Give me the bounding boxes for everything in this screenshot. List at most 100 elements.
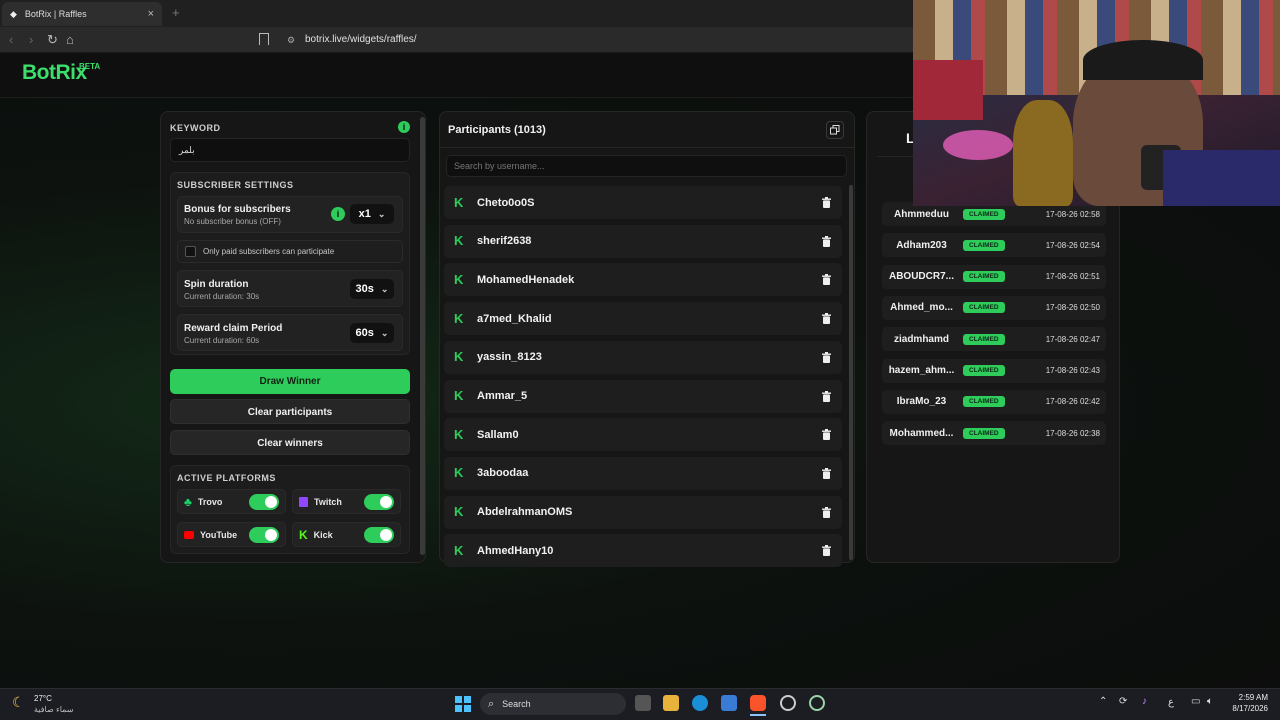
network-icon[interactable]: ▭ bbox=[1191, 696, 1200, 707]
store-icon[interactable] bbox=[721, 695, 737, 711]
taskbar-search[interactable]: ⌕ Search bbox=[480, 693, 626, 715]
trash-icon[interactable] bbox=[818, 543, 834, 559]
participant-search-input[interactable] bbox=[446, 155, 847, 177]
botrix-logo[interactable]: BotRix bbox=[22, 61, 87, 85]
spin-desc: Current duration: 30s bbox=[184, 292, 260, 301]
trovo-toggle[interactable] bbox=[249, 493, 279, 510]
reward-select[interactable]: 60s ⌄ bbox=[350, 323, 394, 343]
headphones bbox=[1083, 40, 1203, 80]
winner-name: ABOUDCR7... bbox=[888, 271, 954, 283]
edge-icon[interactable] bbox=[692, 695, 708, 711]
chevron-up-icon[interactable]: ⌃ bbox=[1099, 696, 1107, 707]
participants-scrollbar[interactable] bbox=[849, 185, 853, 560]
active-platforms-label: ACTIVE PLATFORMS bbox=[177, 473, 276, 483]
participant-row: K Ammar_5 bbox=[444, 379, 842, 413]
moon-weather-icon[interactable]: ☾ bbox=[12, 694, 25, 711]
winner-name: Mohammed... bbox=[889, 427, 954, 439]
tab-title: BotRix | Raffles bbox=[24, 9, 87, 19]
bonus-title: Bonus for subscribers bbox=[184, 204, 291, 215]
trash-icon[interactable] bbox=[818, 427, 834, 443]
task-view-icon[interactable] bbox=[635, 695, 651, 711]
obs-icon[interactable] bbox=[780, 695, 796, 711]
site-settings-icon[interactable]: ⚙ bbox=[287, 35, 295, 46]
spin-select[interactable]: 30s ⌄ bbox=[350, 279, 394, 299]
claimed-badge: CLAIMED bbox=[963, 396, 1005, 408]
keyword-info-icon[interactable]: i bbox=[398, 121, 410, 133]
claimed-badge: CLAIMED bbox=[963, 365, 1005, 376]
trash-icon[interactable] bbox=[818, 195, 834, 211]
flag-decoration bbox=[913, 60, 983, 120]
trash-icon[interactable] bbox=[818, 233, 834, 249]
platform-name: Kick bbox=[313, 529, 333, 540]
kick-toggle[interactable] bbox=[364, 526, 394, 543]
trash-icon[interactable] bbox=[818, 388, 834, 404]
language-indicator[interactable]: ع bbox=[1168, 697, 1174, 708]
winner-date: 17-08-26 02:42 bbox=[1045, 397, 1100, 407]
youtube-toggle[interactable] bbox=[249, 526, 279, 543]
home-icon[interactable]: ⌂ bbox=[66, 32, 74, 47]
paid-only-checkbox[interactable] bbox=[185, 246, 196, 257]
beta-badge: BETA bbox=[79, 62, 101, 71]
participant-row: K Cheto0o0S bbox=[444, 186, 842, 219]
webcam-app-icon[interactable] bbox=[809, 695, 825, 711]
bonus-select[interactable]: x1 ⌄ bbox=[350, 204, 394, 224]
kick-icon: K bbox=[454, 310, 464, 326]
reload-icon[interactable]: ↻ bbox=[47, 32, 58, 48]
draw-winner-button[interactable]: Draw Winner bbox=[170, 369, 410, 394]
bookmark-icon[interactable] bbox=[259, 33, 269, 45]
trash-icon[interactable] bbox=[818, 349, 834, 365]
participant-row: K 3aboodaa bbox=[444, 456, 842, 490]
file-explorer-icon[interactable] bbox=[663, 695, 679, 711]
subscriber-settings-label: SUBSCRIBER SETTINGS bbox=[177, 180, 294, 190]
keyword-input[interactable]: بلمر bbox=[170, 138, 410, 162]
clear-participants-button[interactable]: Clear participants bbox=[170, 399, 410, 424]
participant-row: K AbdelrahmanOMS bbox=[444, 495, 842, 529]
chevron-down-icon: ⌄ bbox=[380, 327, 389, 338]
platform-youtube: YouTube bbox=[177, 522, 286, 547]
back-icon[interactable]: ‹ bbox=[9, 32, 13, 47]
clear-winners-button[interactable]: Clear winners bbox=[170, 430, 410, 455]
twitch-icon bbox=[299, 496, 308, 507]
kick-icon: K bbox=[454, 504, 464, 520]
participant-name: Ammar_5 bbox=[477, 390, 528, 402]
microphone-icon[interactable]: ♪ bbox=[1142, 696, 1147, 707]
new-tab-button[interactable]: + bbox=[172, 5, 180, 20]
trash-icon[interactable] bbox=[818, 465, 834, 481]
settings-scrollbar[interactable] bbox=[420, 117, 425, 555]
platform-trovo: ♣ Trovo bbox=[177, 489, 286, 514]
participant-row: Ksherif2638 bbox=[444, 224, 842, 258]
trash-icon[interactable] bbox=[818, 504, 834, 520]
platform-name: Trovo bbox=[197, 496, 223, 507]
platform-name: YouTube bbox=[200, 529, 238, 540]
tray-app-icon[interactable]: ⟳ bbox=[1119, 696, 1127, 707]
trash-icon[interactable] bbox=[818, 311, 834, 327]
keyword-label: KEYWORD bbox=[170, 123, 221, 133]
participant-row: Ka7med_Khalid bbox=[444, 302, 842, 336]
winner-row: Ahmed_mo... CLAIMED 17-08-26 02:50 bbox=[882, 295, 1106, 320]
windows-start-icon[interactable] bbox=[455, 696, 471, 712]
winner-row: IbraMo_23 CLAIMED 17-08-26 02:42 bbox=[882, 389, 1106, 414]
forward-icon[interactable]: › bbox=[29, 32, 33, 47]
tab-close-icon[interactable]: × bbox=[148, 8, 154, 20]
winner-name: Ahmmeduu bbox=[894, 208, 949, 220]
paid-only-label: Only paid subscribers can participate bbox=[203, 247, 335, 256]
browser-tab[interactable]: ◆ BotRix | Raffles × bbox=[2, 2, 162, 26]
url-field[interactable]: botrix.live/widgets/raffles/ bbox=[305, 34, 417, 45]
clock-time[interactable]: 2:59 AM bbox=[1228, 693, 1268, 702]
brave-browser-icon[interactable] bbox=[750, 695, 766, 711]
copy-icon[interactable] bbox=[826, 121, 844, 139]
winner-date: 17-08-26 02:54 bbox=[1045, 240, 1100, 250]
winner-date: 17-08-26 02:50 bbox=[1045, 303, 1100, 313]
volume-icon[interactable]: 🔈︎ bbox=[1207, 696, 1213, 707]
trovo-icon: ♣ bbox=[184, 494, 192, 509]
weather-temp[interactable]: 27°C bbox=[34, 694, 52, 703]
participant-row: Kyassin_8123 bbox=[444, 340, 842, 374]
kick-icon: K bbox=[454, 271, 464, 287]
clock-date[interactable]: 8/17/2026 bbox=[1224, 704, 1268, 713]
twitch-toggle[interactable] bbox=[364, 493, 394, 510]
claimed-badge: CLAIMED bbox=[963, 208, 1005, 220]
claimed-badge: CLAIMED bbox=[963, 271, 1005, 283]
claimed-badge: CLAIMED bbox=[963, 333, 1005, 345]
trash-icon[interactable] bbox=[818, 272, 834, 288]
bonus-info-icon[interactable]: i bbox=[331, 207, 345, 221]
